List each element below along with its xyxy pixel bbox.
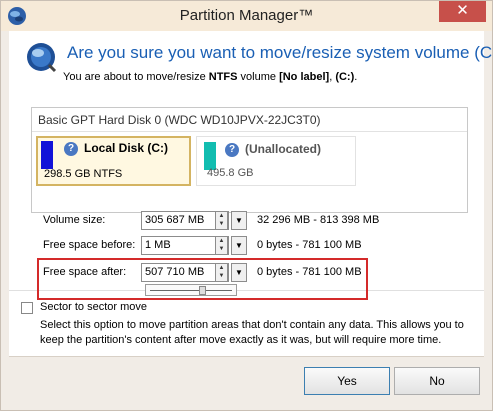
partition-size: 298.5 GB NTFS (44, 168, 123, 180)
disk-globe-icon (27, 43, 57, 73)
partition-name: Local Disk (C:) (84, 141, 169, 155)
free-space-after-highlight (37, 258, 368, 300)
volume-size-label: Volume size: (43, 214, 106, 226)
desc-drive: (C:) (335, 71, 355, 83)
spin-up-icon[interactable]: ▲ (219, 213, 225, 219)
disk-map-panel: Basic GPT Hard Disk 0 (WDC WD10JPVX-22JC… (31, 107, 468, 213)
volume-size-range: 32 296 MB - 813 398 MB (257, 214, 380, 226)
volume-size-dropdown[interactable]: ▼ (231, 211, 247, 230)
sector-to-sector-description: Select this option to move partition are… (40, 319, 464, 346)
spin-down-icon[interactable]: ▼ (219, 221, 225, 227)
partition-size: 495.8 GB (207, 167, 254, 179)
partition-name: (Unallocated) (245, 142, 322, 156)
free-space-before-spinner[interactable]: ▲ ▼ (215, 236, 228, 255)
desc-filesystem: NTFS (208, 71, 238, 83)
help-icon[interactable]: ? (64, 142, 78, 156)
title-bar[interactable]: Partition Manager™ ✕ (1, 1, 492, 31)
disk-divider (32, 131, 467, 132)
confirm-description: You are about to move/resize NTFS volume… (63, 71, 357, 83)
desc-middle: volume (237, 71, 280, 83)
confirm-question: Are you sure you want to move/resize sys… (67, 43, 493, 62)
free-space-before-label: Free space before: (43, 239, 136, 251)
sector-to-sector-checkbox[interactable] (21, 302, 33, 314)
no-button[interactable]: No (394, 367, 480, 395)
volume-size-spinner[interactable]: ▲ ▼ (215, 211, 228, 230)
spin-down-icon[interactable]: ▼ (219, 246, 225, 252)
partition-usage-bar (41, 141, 53, 169)
partition-local-disk-c[interactable]: ? Local Disk (C:) 298.5 GB NTFS (36, 136, 191, 186)
help-icon[interactable]: ? (225, 143, 239, 157)
dialog-content: Are you sure you want to move/resize sys… (9, 31, 493, 404)
free-space-before-range: 0 bytes - 781 100 MB (257, 239, 362, 251)
free-space-before-dropdown[interactable]: ▼ (231, 236, 247, 255)
yes-button[interactable]: Yes (304, 367, 390, 395)
desc-prefix: You are about to move/resize (63, 71, 209, 83)
disk-title: Basic GPT Hard Disk 0 (WDC WD10JPVX-22JC… (38, 113, 321, 127)
button-bar: Yes No (9, 356, 484, 404)
window-title: Partition Manager™ (179, 7, 314, 24)
partition-usage-bar (204, 142, 216, 170)
close-button[interactable]: ✕ (439, 1, 486, 22)
desc-volume-label: [No label] (279, 71, 330, 83)
partition-manager-window: Partition Manager™ ✕ Are you sure you wa… (0, 0, 493, 411)
sector-to-sector-label[interactable]: Sector to sector move (40, 301, 147, 313)
desc-end: . (354, 71, 358, 83)
partition-unallocated[interactable]: ? (Unallocated) 495.8 GB (196, 136, 356, 186)
spin-up-icon[interactable]: ▲ (219, 238, 225, 244)
